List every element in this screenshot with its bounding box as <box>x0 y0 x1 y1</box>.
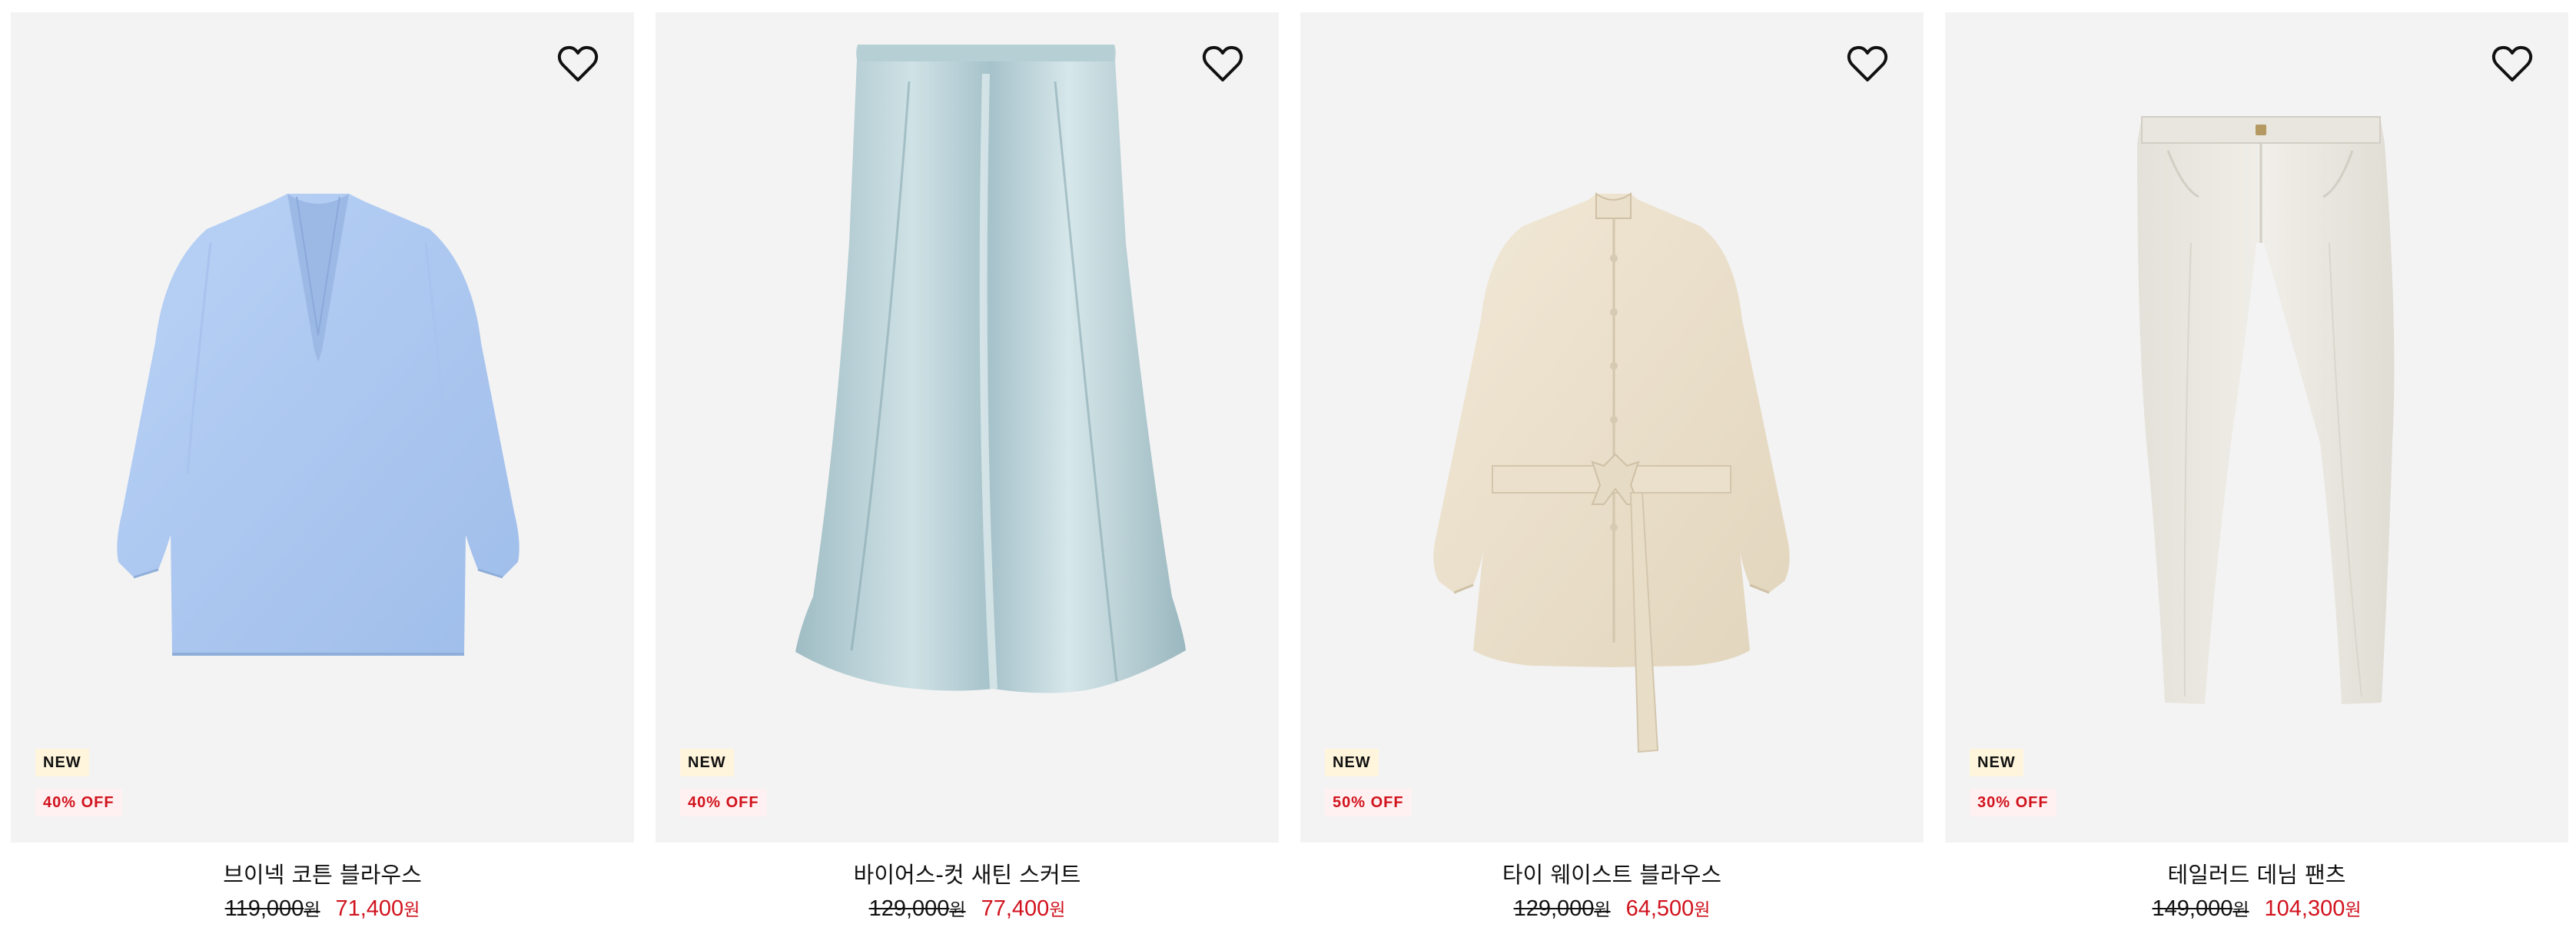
wishlist-button[interactable] <box>556 42 600 86</box>
original-price: 129,000원 <box>1513 896 1611 921</box>
badge-group: NEW 40% OFF <box>680 749 767 816</box>
product-name[interactable]: 타이 웨이스트 블라우스 <box>1502 861 1721 889</box>
product-image-area[interactable]: NEW 30% OFF <box>1945 12 2568 843</box>
product-image <box>1433 192 1790 753</box>
product-grid: NEW 40% OFF 브이넥 코튼 블라우스 119,000원 71,400원 <box>11 12 2568 923</box>
discount-badge: 40% OFF <box>35 789 122 816</box>
badge-group: NEW 40% OFF <box>35 749 122 816</box>
sale-price: 104,300원 <box>2264 896 2362 921</box>
new-badge: NEW <box>680 749 734 776</box>
product-image <box>795 45 1186 693</box>
product-image-area[interactable]: NEW 40% OFF <box>656 12 1279 843</box>
product-name[interactable]: 바이어스-컷 새틴 스커트 <box>854 861 1081 889</box>
sale-price: 64,500원 <box>1625 896 1711 921</box>
heart-outline-icon <box>2491 45 2533 81</box>
discount-badge: 40% OFF <box>680 789 767 816</box>
product-name[interactable]: 브이넥 코튼 블라우스 <box>223 861 422 889</box>
product-card[interactable]: NEW 30% OFF 테일러드 데님 팬츠 149,000원 104,300원 <box>1945 12 2568 923</box>
price-group: 149,000원 104,300원 <box>2153 895 2362 923</box>
price-group: 129,000원 77,400원 <box>869 895 1066 923</box>
new-badge: NEW <box>1970 749 2023 776</box>
sale-price: 71,400원 <box>335 896 420 921</box>
heart-outline-icon <box>557 45 599 81</box>
new-badge: NEW <box>1325 749 1379 776</box>
heart-outline-icon <box>1847 45 1888 81</box>
product-card[interactable]: NEW 40% OFF 브이넥 코튼 블라우스 119,000원 71,400원 <box>11 12 634 923</box>
new-badge: NEW <box>35 749 89 776</box>
product-card[interactable]: NEW 40% OFF 바이어스-컷 새틴 스커트 129,000원 77,40… <box>656 12 1279 923</box>
product-image <box>117 194 520 656</box>
wishlist-button[interactable] <box>1845 42 1890 86</box>
product-image-area[interactable]: NEW 50% OFF <box>1300 12 1924 843</box>
price-group: 119,000원 71,400원 <box>225 895 420 923</box>
wishlist-button[interactable] <box>2490 42 2535 86</box>
product-name[interactable]: 테일러드 데님 팬츠 <box>2168 861 2346 889</box>
heart-outline-icon <box>1202 45 1243 81</box>
product-image <box>2137 116 2395 704</box>
price-group: 129,000원 64,500원 <box>1514 895 1711 923</box>
product-card[interactable]: NEW 50% OFF 타이 웨이스트 블라우스 129,000원 64,500… <box>1300 12 1924 923</box>
badge-group: NEW 30% OFF <box>1970 749 2056 816</box>
original-price: 119,000원 <box>224 896 320 921</box>
sale-price: 77,400원 <box>981 896 1066 921</box>
discount-badge: 30% OFF <box>1970 789 2056 816</box>
product-image-area[interactable]: NEW 40% OFF <box>11 12 634 843</box>
original-price: 129,000원 <box>868 896 966 921</box>
badge-group: NEW 50% OFF <box>1325 749 1412 816</box>
discount-badge: 50% OFF <box>1325 789 1412 816</box>
original-price: 149,000원 <box>2152 896 2249 921</box>
wishlist-button[interactable] <box>1200 42 1245 86</box>
